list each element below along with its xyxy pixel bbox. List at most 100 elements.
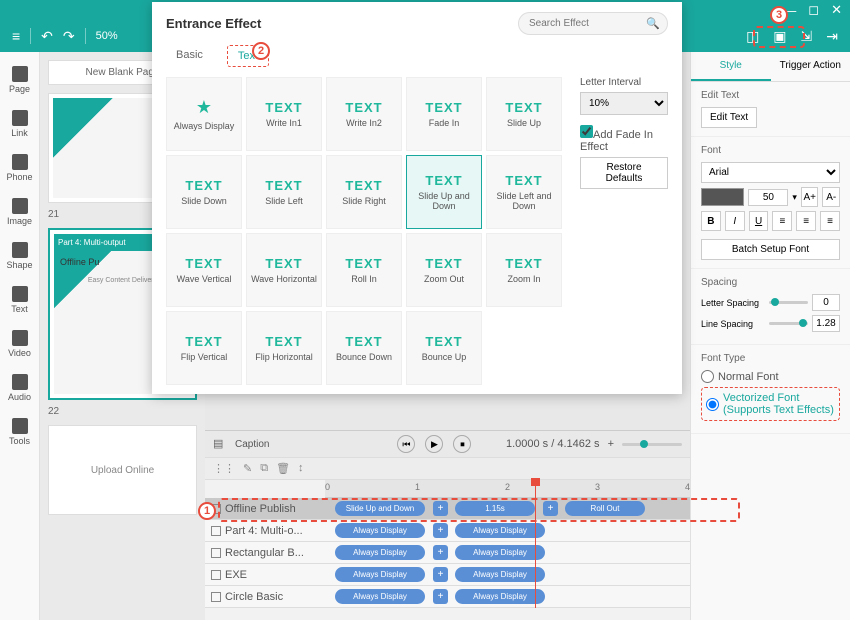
font-decrease-button[interactable]: A- bbox=[822, 187, 840, 207]
effect-zoom-out[interactable]: TEXTZoom Out bbox=[406, 233, 482, 307]
leftbar-audio[interactable]: Audio bbox=[0, 368, 39, 408]
leftbar-shape[interactable]: Shape bbox=[0, 236, 39, 276]
stop-button[interactable]: ⏹ bbox=[453, 435, 471, 453]
effect-fade-in[interactable]: TEXTFade In bbox=[406, 77, 482, 151]
add-fade-in-checkbox[interactable]: Add Fade In Effect bbox=[580, 125, 668, 153]
layout-icon[interactable]: ◫ bbox=[746, 28, 759, 45]
italic-button[interactable]: I bbox=[725, 211, 745, 231]
timeline-clip[interactable]: Always Display bbox=[335, 545, 425, 560]
leftbar-link[interactable]: Link bbox=[0, 104, 39, 144]
font-color-swatch[interactable] bbox=[701, 188, 744, 206]
zoom-plus-icon[interactable]: + bbox=[608, 438, 614, 450]
tab-basic[interactable]: Basic bbox=[166, 45, 213, 67]
edit-text-button[interactable]: Edit Text bbox=[701, 107, 757, 128]
add-clip-button[interactable]: + bbox=[433, 501, 448, 516]
timeline-clip[interactable]: Always Display bbox=[455, 523, 545, 538]
normal-font-radio[interactable]: Normal Font bbox=[701, 370, 840, 383]
effect-bounce-up[interactable]: TEXTBounce Up bbox=[406, 311, 482, 385]
effect-write-in1[interactable]: TEXTWrite In1 bbox=[246, 77, 322, 151]
timeline-track[interactable]: Offline PublishSlide Up and Down1.15sRol… bbox=[205, 498, 690, 520]
leftbar-image[interactable]: Image bbox=[0, 192, 39, 232]
tab-trigger-action[interactable]: Trigger Action bbox=[771, 52, 850, 81]
line-spacing-label: Line Spacing bbox=[701, 319, 765, 329]
letter-spacing-slider[interactable] bbox=[769, 301, 808, 304]
leftbar-tools[interactable]: Tools bbox=[0, 412, 39, 452]
save-icon[interactable]: ▣ bbox=[773, 28, 786, 45]
timeline-clip[interactable]: Always Display bbox=[455, 567, 545, 582]
timeline-clip[interactable]: Always Display bbox=[335, 589, 425, 604]
effect-slide-up-and-down[interactable]: TEXTSlide Up and Down bbox=[406, 155, 482, 229]
play-button[interactable]: ▶ bbox=[425, 435, 443, 453]
timeline-clip[interactable]: Roll Out bbox=[565, 501, 645, 516]
effect-bounce-down[interactable]: TEXTBounce Down bbox=[326, 311, 402, 385]
align-center-button[interactable]: ≡ bbox=[796, 211, 816, 231]
effect-wave-horizontal[interactable]: TEXTWave Horizontal bbox=[246, 233, 322, 307]
redo-button[interactable]: ↷ bbox=[63, 28, 75, 45]
effect-slide-right[interactable]: TEXTSlide Right bbox=[326, 155, 402, 229]
leftbar-text[interactable]: Text bbox=[0, 280, 39, 320]
add-clip-button[interactable]: + bbox=[433, 567, 448, 582]
zoom-level[interactable]: 50% bbox=[96, 30, 118, 42]
leftbar-video[interactable]: Video bbox=[0, 324, 39, 364]
timeline-clip[interactable]: 1.15s bbox=[455, 501, 535, 516]
menu-icon[interactable]: ≡ bbox=[12, 28, 20, 44]
effect-zoom-in[interactable]: TEXTZoom In bbox=[486, 233, 562, 307]
font-size-input[interactable] bbox=[748, 189, 788, 206]
close-button[interactable]: ✕ bbox=[831, 2, 842, 18]
timeline-clip[interactable]: Always Display bbox=[335, 567, 425, 582]
page-thumb-23[interactable]: Upload Online bbox=[48, 425, 197, 515]
timeline-track[interactable]: Part 4: Multi-o...Always DisplayAlways D… bbox=[205, 520, 690, 542]
timeline-tool-icon[interactable]: ⧉ bbox=[260, 462, 268, 475]
timeline-zoom-slider[interactable] bbox=[622, 443, 682, 446]
bold-button[interactable]: B bbox=[701, 211, 721, 231]
timeline-clip[interactable]: Always Display bbox=[335, 523, 425, 538]
add-clip-button[interactable]: + bbox=[543, 501, 558, 516]
maximize-button[interactable]: ◻ bbox=[808, 2, 819, 18]
timeline-clip[interactable]: Always Display bbox=[455, 589, 545, 604]
effect-always-display[interactable]: ★Always Display bbox=[166, 77, 242, 151]
effect-wave-vertical[interactable]: TEXTWave Vertical bbox=[166, 233, 242, 307]
callout-3: 3 bbox=[770, 6, 788, 24]
shape-icon bbox=[12, 242, 28, 258]
line-spacing-slider[interactable] bbox=[769, 322, 808, 325]
effect-write-in2[interactable]: TEXTWrite In2 bbox=[326, 77, 402, 151]
letter-spacing-value[interactable] bbox=[812, 294, 840, 311]
leftbar-page[interactable]: Page bbox=[0, 60, 39, 100]
undo-button[interactable]: ↶ bbox=[41, 28, 53, 45]
timeline-tool-icon[interactable]: 🗑 bbox=[276, 462, 290, 475]
timeline-track[interactable]: Rectangular B...Always DisplayAlways Dis… bbox=[205, 542, 690, 564]
effect-flip-horizontal[interactable]: TEXTFlip Horizontal bbox=[246, 311, 322, 385]
timeline-track[interactable]: EXEAlways DisplayAlways Display+ bbox=[205, 564, 690, 586]
letter-interval-select[interactable]: 10% bbox=[580, 92, 668, 115]
prev-button[interactable]: ⏮ bbox=[397, 435, 415, 453]
timeline-tool-icon[interactable]: ⋮⋮ bbox=[213, 462, 235, 475]
align-left-button[interactable]: ≡ bbox=[772, 211, 792, 231]
effect-flip-vertical[interactable]: TEXTFlip Vertical bbox=[166, 311, 242, 385]
add-clip-button[interactable]: + bbox=[433, 523, 448, 538]
timeline-tool-icon[interactable]: ↕ bbox=[298, 462, 304, 475]
exit-icon[interactable]: ⇥ bbox=[826, 28, 838, 45]
export-icon[interactable]: ⇲ bbox=[801, 28, 813, 45]
add-clip-button[interactable]: + bbox=[433, 545, 448, 560]
effect-slide-left-and-down[interactable]: TEXTSlide Left and Down bbox=[486, 155, 562, 229]
effect-slide-down[interactable]: TEXTSlide Down bbox=[166, 155, 242, 229]
font-increase-button[interactable]: A+ bbox=[801, 187, 819, 207]
font-family-select[interactable]: Arial bbox=[701, 162, 840, 183]
add-clip-button[interactable]: + bbox=[433, 589, 448, 604]
leftbar-phone[interactable]: Phone bbox=[0, 148, 39, 188]
timeline-clip[interactable]: Always Display bbox=[455, 545, 545, 560]
timeline-tool-icon[interactable]: ✎ bbox=[243, 462, 252, 475]
timeline-clip[interactable]: Slide Up and Down bbox=[335, 501, 425, 516]
effect-slide-up[interactable]: TEXTSlide Up bbox=[486, 77, 562, 151]
effect-roll-in[interactable]: TEXTRoll In bbox=[326, 233, 402, 307]
batch-setup-font-button[interactable]: Batch Setup Font bbox=[701, 239, 840, 260]
effect-slide-left[interactable]: TEXTSlide Left bbox=[246, 155, 322, 229]
vectorized-font-radio[interactable]: Vectorized Font (Supports Text Effects) bbox=[701, 387, 840, 421]
playhead[interactable] bbox=[535, 480, 536, 608]
tab-style[interactable]: Style bbox=[691, 52, 771, 81]
restore-defaults-button[interactable]: Restore Defaults bbox=[580, 157, 668, 189]
timeline-track[interactable]: Circle BasicAlways DisplayAlways Display… bbox=[205, 586, 690, 608]
align-right-button[interactable]: ≡ bbox=[820, 211, 840, 231]
line-spacing-value[interactable] bbox=[812, 315, 840, 332]
underline-button[interactable]: U bbox=[749, 211, 769, 231]
